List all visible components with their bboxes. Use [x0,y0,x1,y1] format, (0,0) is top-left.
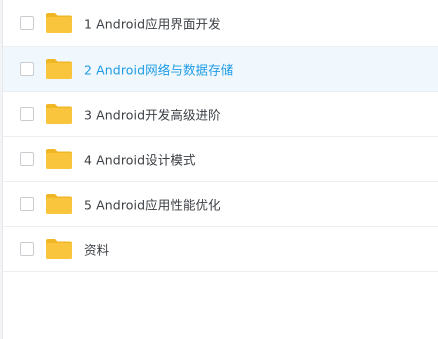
folder-name[interactable]: 3 Android开发高级进阶 [84,105,221,124]
list-item-6[interactable]: 资料 [3,227,438,272]
folder-name[interactable]: 5 Android应用性能优化 [84,195,221,214]
folder-name[interactable]: 资料 [84,240,109,259]
list-item-5[interactable]: 5 Android应用性能优化 [3,182,438,227]
list-item-1[interactable]: 1 Android应用界面开发 [3,0,438,47]
row-checkbox[interactable] [20,62,34,76]
folder-icon [46,149,72,169]
row-checkbox[interactable] [20,16,34,30]
folder-name[interactable]: 2 Android网络与数据存储 [84,60,233,79]
file-browser: 1 Android应用界面开发 2 Android网络与数据存储 3 Andro… [0,0,438,339]
folder-name[interactable]: 4 Android设计模式 [84,150,196,169]
list-item-3[interactable]: 3 Android开发高级进阶 [3,92,438,137]
row-checkbox[interactable] [20,107,34,121]
folder-icon [46,104,72,124]
folder-icon [46,239,72,259]
folder-icon [46,59,72,79]
row-checkbox[interactable] [20,242,34,256]
file-list: 1 Android应用界面开发 2 Android网络与数据存储 3 Andro… [3,0,438,272]
folder-icon [46,194,72,214]
folder-icon [46,13,72,33]
list-item-4[interactable]: 4 Android设计模式 [3,137,438,182]
row-checkbox[interactable] [20,197,34,211]
folder-name[interactable]: 1 Android应用界面开发 [84,14,221,33]
list-item-2[interactable]: 2 Android网络与数据存储 [3,47,438,92]
row-checkbox[interactable] [20,152,34,166]
